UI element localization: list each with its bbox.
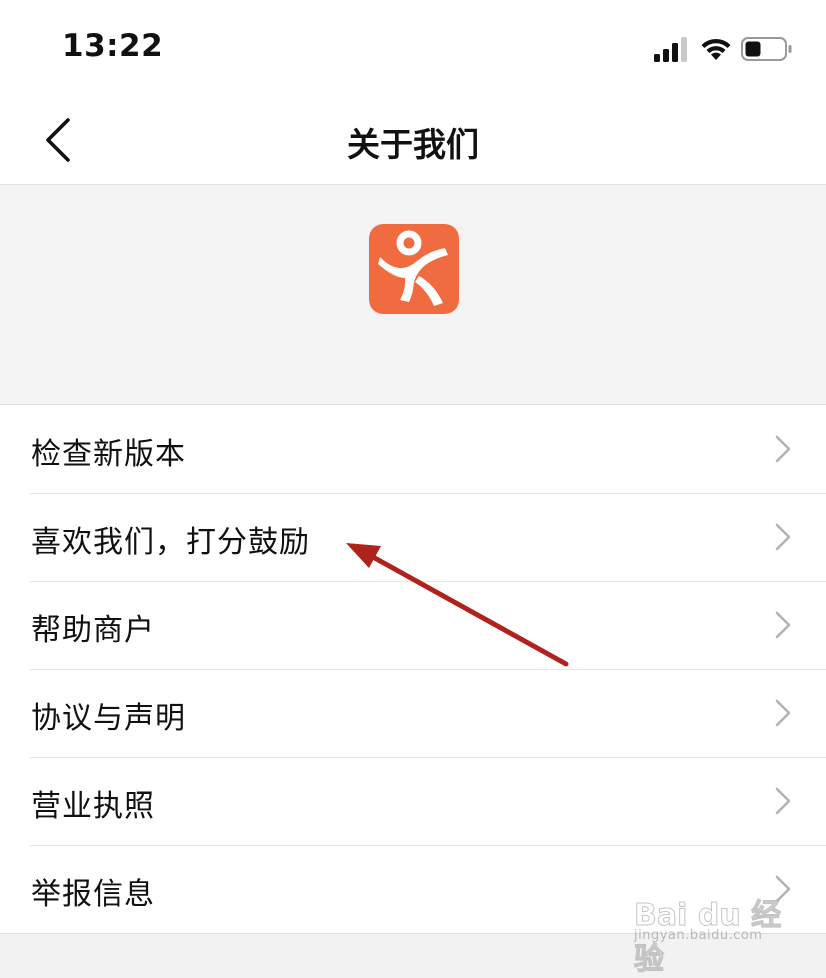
chevron-right-icon xyxy=(775,611,791,639)
menu-item-label: 喜欢我们，打分鼓励 xyxy=(31,525,310,560)
status-time: 13:22 xyxy=(62,28,164,64)
chevron-right-icon xyxy=(775,699,791,727)
about-header xyxy=(0,185,826,404)
chevron-right-icon xyxy=(775,787,791,815)
menu-item-label: 营业执照 xyxy=(31,789,155,824)
chevron-right-icon xyxy=(775,875,791,903)
chevron-right-icon xyxy=(775,523,791,551)
menu-item-report-info[interactable]: 举报信息 xyxy=(0,845,826,933)
wifi-icon xyxy=(701,38,731,60)
menu-item-agreements[interactable]: 协议与声明 xyxy=(0,669,826,757)
menu-item-business-license[interactable]: 营业执照 xyxy=(0,757,826,845)
menu-item-check-update[interactable]: 检查新版本 xyxy=(0,405,826,493)
menu-item-label: 帮助商户 xyxy=(31,613,155,648)
battery-icon xyxy=(741,37,792,61)
page-title: 关于我们 xyxy=(347,125,479,164)
menu-item-rate-us[interactable]: 喜欢我们，打分鼓励 xyxy=(0,493,826,581)
navigation-bar: 关于我们 xyxy=(0,96,826,185)
cellular-signal-icon xyxy=(654,37,687,62)
menu-item-label: 检查新版本 xyxy=(31,437,186,472)
menu-item-help-merchants[interactable]: 帮助商户 xyxy=(0,581,826,669)
menu-item-label: 协议与声明 xyxy=(31,701,186,736)
chevron-right-icon xyxy=(775,435,791,463)
menu-item-label: 举报信息 xyxy=(31,877,155,912)
app-logo-icon xyxy=(369,224,459,314)
status-bar: 13:22 xyxy=(0,0,826,96)
settings-menu: 检查新版本 喜欢我们，打分鼓励 帮助商户 协议与声明 营业执照 举报信息 xyxy=(0,404,826,934)
